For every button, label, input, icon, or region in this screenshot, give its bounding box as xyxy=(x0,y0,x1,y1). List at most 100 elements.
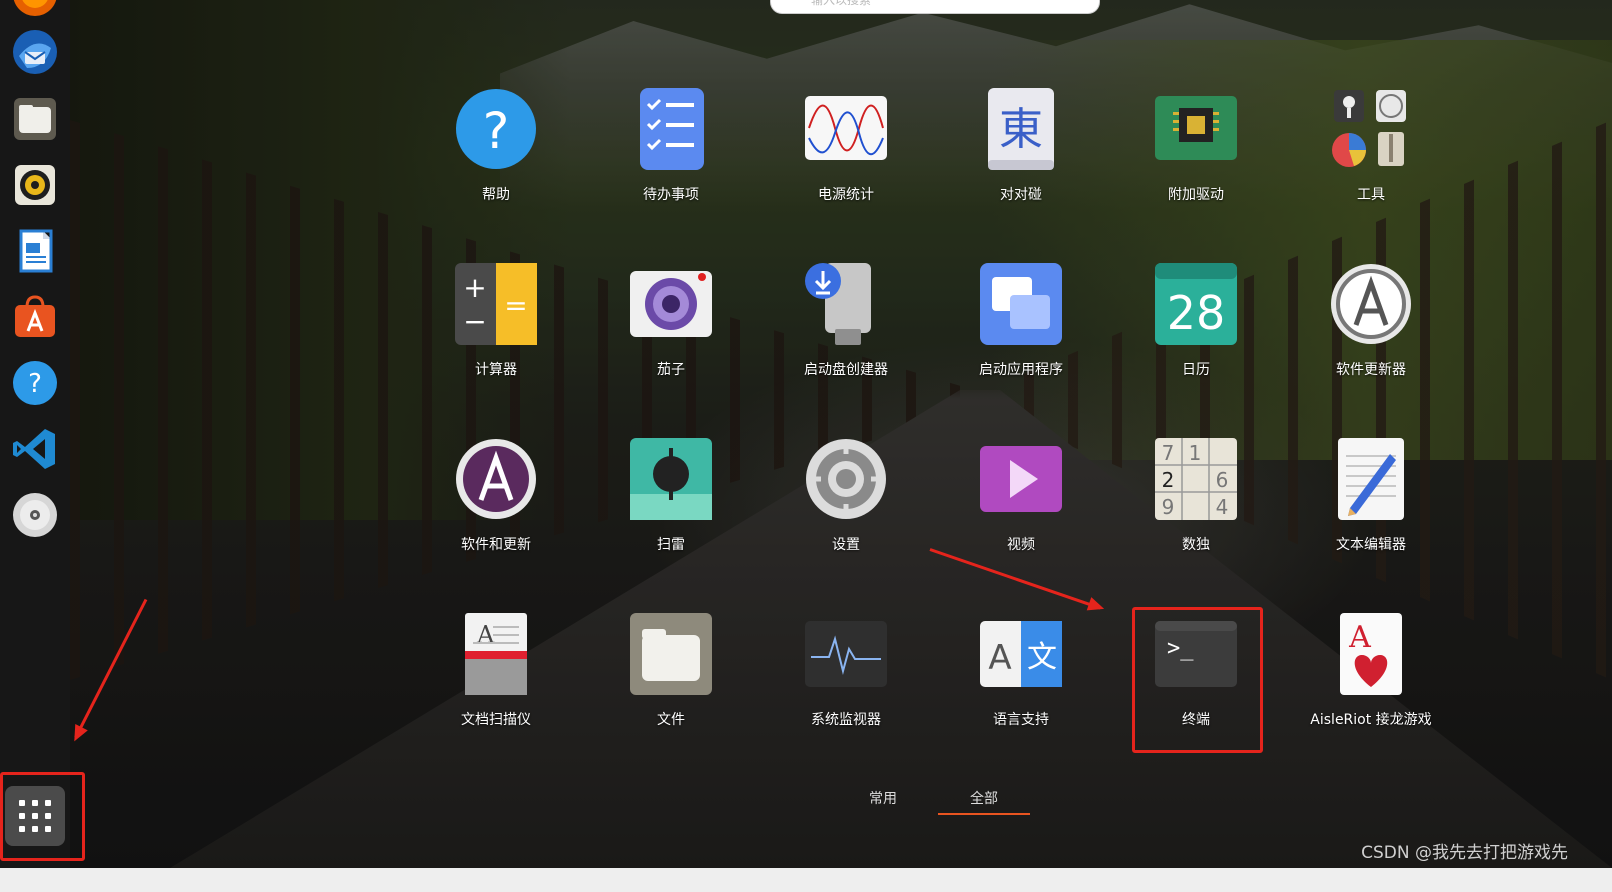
svg-text:文: 文 xyxy=(1027,640,1057,675)
app-label: 设置 xyxy=(832,537,860,553)
svg-text:東: 東 xyxy=(999,104,1043,155)
svg-text:−: − xyxy=(463,305,486,338)
startup-applications-icon xyxy=(980,263,1062,345)
system-monitor-icon xyxy=(805,621,887,687)
svg-text:?: ? xyxy=(483,102,510,160)
app-sudoku[interactable]: 71 2 6 9 4 数独 xyxy=(1108,438,1284,588)
app-mines[interactable]: 扫雷 xyxy=(583,438,759,588)
app-label: 扫雷 xyxy=(657,537,685,553)
tab-active-indicator xyxy=(938,813,1030,815)
app-label: 待办事项 xyxy=(643,187,699,203)
app-label: 茄子 xyxy=(657,362,685,378)
videos-play-icon xyxy=(980,446,1062,512)
app-settings[interactable]: 设置 xyxy=(758,438,934,588)
bottom-strip xyxy=(0,868,1612,892)
mines-icon xyxy=(630,438,712,520)
search-placeholder: 输入以搜索 xyxy=(811,0,872,7)
app-system-monitor[interactable]: 系统监视器 xyxy=(758,613,934,763)
app-label: AisleRiot 接龙游戏 xyxy=(1310,712,1432,728)
aisleriot-cards-icon: A xyxy=(1340,613,1402,695)
svg-text:7: 7 xyxy=(1162,441,1175,465)
svg-text:6: 6 xyxy=(1216,468,1229,492)
svg-text:=: = xyxy=(504,289,527,322)
software-updater-icon xyxy=(1331,264,1411,344)
app-software-updater[interactable]: 软件更新器 xyxy=(1283,263,1459,413)
highlight-show-apps xyxy=(0,772,85,861)
software-properties-icon xyxy=(456,439,536,519)
app-text-editor[interactable]: 文本编辑器 xyxy=(1283,438,1459,588)
app-startup-applications[interactable]: 启动应用程序 xyxy=(933,263,1109,413)
tab-all[interactable]: 全部 xyxy=(970,788,998,808)
app-cheese[interactable]: 茄子 xyxy=(583,263,759,413)
app-label: 电源统计 xyxy=(818,187,874,203)
app-power-statistics[interactable]: 电源统计 xyxy=(758,88,934,238)
app-label: 附加驱动 xyxy=(1168,187,1224,203)
highlight-terminal xyxy=(1132,607,1263,753)
app-utilities-folder[interactable]: 工具 xyxy=(1283,88,1459,238)
svg-text:?: ? xyxy=(28,369,42,399)
app-videos[interactable]: 视频 xyxy=(933,438,1109,588)
svg-text:2: 2 xyxy=(1162,468,1175,492)
app-label: 文件 xyxy=(657,712,685,728)
optical-drive-icon[interactable] xyxy=(11,491,59,539)
app-label: 帮助 xyxy=(482,187,510,203)
app-mahjongg[interactable]: 東 对对碰 xyxy=(933,88,1109,238)
app-additional-drivers[interactable]: 附加驱动 xyxy=(1108,88,1284,238)
todo-icon xyxy=(640,88,704,170)
app-label: 日历 xyxy=(1182,362,1210,378)
calculator-icon: +− = xyxy=(455,263,537,345)
calendar-icon: 28 xyxy=(1155,263,1237,345)
app-document-scanner[interactable]: A 文档扫描仪 xyxy=(408,613,584,763)
app-startup-disk-creator[interactable]: 启动盘创建器 xyxy=(758,263,934,413)
startup-disk-creator-icon xyxy=(805,263,871,345)
app-label: 工具 xyxy=(1357,187,1385,203)
app-label: 语言支持 xyxy=(993,712,1049,728)
help-icon[interactable]: ? xyxy=(11,359,59,407)
app-files[interactable]: 文件 xyxy=(583,613,759,763)
help-icon: ? xyxy=(456,89,536,169)
text-editor-icon xyxy=(1338,438,1404,520)
document-scanner-icon: A xyxy=(465,613,527,695)
svg-text:A: A xyxy=(476,621,495,649)
app-label: 启动应用程序 xyxy=(979,362,1063,378)
files-icon[interactable] xyxy=(11,95,59,143)
search-input[interactable]: 输入以搜索 xyxy=(770,0,1100,14)
app-label: 文本编辑器 xyxy=(1336,537,1406,553)
svg-text:1: 1 xyxy=(1189,441,1202,465)
vscode-icon[interactable] xyxy=(11,425,59,473)
calendar-day: 28 xyxy=(1167,286,1226,340)
svg-text:+: + xyxy=(463,271,486,304)
app-label: 对对碰 xyxy=(1000,187,1042,203)
settings-gear-icon xyxy=(806,439,886,519)
additional-drivers-icon xyxy=(1155,96,1237,160)
app-center-icon[interactable] xyxy=(11,293,59,341)
app-todo[interactable]: 待办事项 xyxy=(583,88,759,238)
app-aisleriot[interactable]: A AisleRiot 接龙游戏 xyxy=(1283,613,1459,763)
app-calculator[interactable]: + − = 计算器 xyxy=(408,263,584,413)
svg-text:4: 4 xyxy=(1216,495,1229,519)
app-label: 软件更新器 xyxy=(1336,362,1406,378)
svg-text:A: A xyxy=(1348,620,1371,655)
power-statistics-icon xyxy=(805,96,887,160)
app-help[interactable]: ? 帮助 xyxy=(408,88,584,238)
app-label: 系统监视器 xyxy=(811,712,881,728)
app-grid-tabs: 常用 全部 xyxy=(830,788,1060,820)
thunderbird-icon[interactable] xyxy=(11,28,59,76)
sudoku-icon: 71 2 6 9 4 xyxy=(1155,438,1237,520)
firefox-icon[interactable] xyxy=(11,0,59,18)
libreoffice-writer-icon[interactable] xyxy=(11,227,59,275)
tab-frequent[interactable]: 常用 xyxy=(869,788,897,808)
app-label: 启动盘创建器 xyxy=(804,362,888,378)
language-support-icon: A文 xyxy=(980,621,1062,687)
app-calendar[interactable]: 28 日历 xyxy=(1108,263,1284,413)
app-language-support[interactable]: A文 语言支持 xyxy=(933,613,1109,763)
svg-text:9: 9 xyxy=(1162,495,1175,519)
app-label: 计算器 xyxy=(475,362,517,378)
files-folder-icon xyxy=(630,613,712,695)
rhythmbox-icon[interactable] xyxy=(11,161,59,209)
app-label: 软件和更新 xyxy=(461,537,531,553)
cheese-camera-icon xyxy=(630,271,712,337)
app-software-properties[interactable]: 软件和更新 xyxy=(408,438,584,588)
utilities-folder-icon xyxy=(1332,90,1406,167)
app-label: 数独 xyxy=(1182,537,1210,553)
